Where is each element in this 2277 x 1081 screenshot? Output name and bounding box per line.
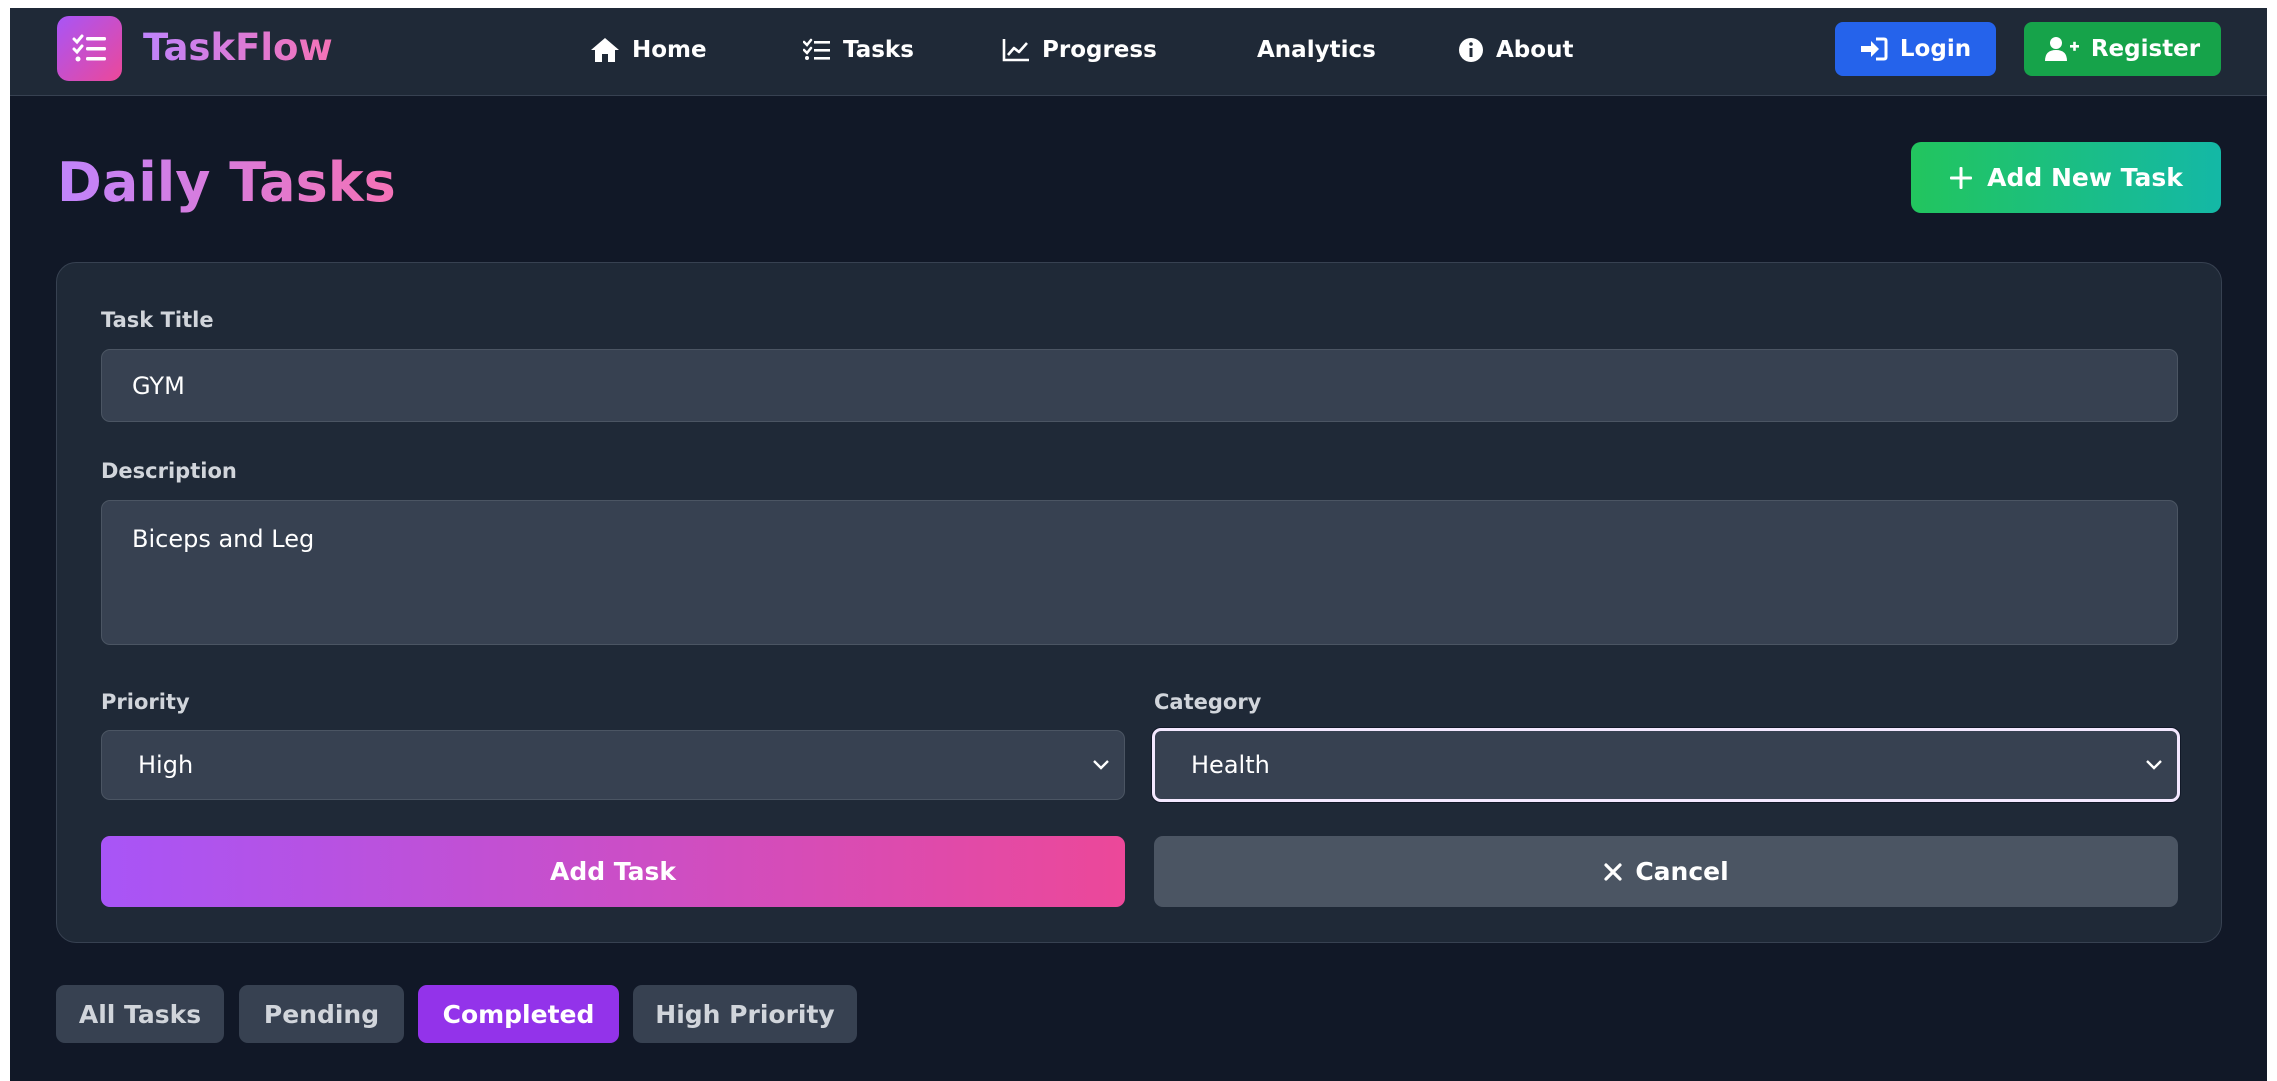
description-textarea[interactable]: Biceps and Leg: [101, 500, 2178, 645]
navbar: TaskFlow Home Tasks Progress Analytics A…: [10, 8, 2267, 96]
register-label: Register: [2090, 36, 2201, 62]
description-label: Description: [101, 459, 237, 483]
register-button[interactable]: Register: [2024, 22, 2221, 76]
priority-label: Priority: [101, 690, 190, 714]
category-label: Category: [1154, 690, 1262, 714]
nav-link-label: Progress: [1042, 37, 1157, 63]
task-title-input[interactable]: GYM: [101, 349, 2178, 422]
app-frame: TaskFlow Home Tasks Progress Analytics A…: [10, 8, 2267, 1081]
add-task-label: Add Task: [549, 857, 677, 886]
nav-link-about[interactable]: About: [1458, 30, 1573, 70]
chart-line-icon: [1002, 39, 1029, 62]
filter-completed[interactable]: Completed: [418, 985, 619, 1043]
task-title-label: Task Title: [101, 308, 214, 332]
priority-select[interactable]: High: [101, 730, 1125, 800]
nav-link-label: About: [1496, 37, 1574, 63]
logo[interactable]: [57, 16, 122, 81]
chevron-down-icon: [2146, 760, 2162, 770]
add-new-task-label: Add New Task: [1987, 163, 2183, 192]
cancel-label: Cancel: [1635, 857, 1729, 886]
login-label: Login: [1899, 36, 1972, 62]
category-select[interactable]: Health: [1152, 728, 2180, 802]
filter-pending[interactable]: Pending: [239, 985, 404, 1043]
sign-in-icon: [1860, 37, 1888, 61]
login-button[interactable]: Login: [1835, 22, 1996, 76]
priority-value: High: [138, 751, 194, 779]
task-list-icon: [803, 38, 830, 60]
user-plus-icon: [2044, 37, 2079, 61]
nav-link-label: Tasks: [843, 37, 914, 63]
cancel-button[interactable]: Cancel: [1154, 836, 2178, 907]
filter-high-priority[interactable]: High Priority: [633, 985, 857, 1043]
home-icon: [591, 38, 619, 62]
task-list-icon: [72, 34, 106, 61]
page-title: Daily Tasks: [57, 148, 396, 218]
info-circle-icon: [1459, 38, 1483, 62]
nav-link-label: Home: [632, 37, 707, 63]
nav-link-tasks[interactable]: Tasks: [803, 30, 914, 70]
close-icon: [1604, 862, 1622, 881]
nav-link-analytics[interactable]: Analytics: [1257, 30, 1376, 70]
nav-link-label: Analytics: [1257, 37, 1376, 63]
filter-all-tasks[interactable]: All Tasks: [56, 985, 224, 1043]
chevron-down-icon: [1093, 760, 1109, 770]
category-value: Health: [1191, 751, 1270, 779]
add-task-button[interactable]: Add Task: [101, 836, 1125, 907]
plus-icon: [1950, 166, 1973, 189]
nav-link-home[interactable]: Home: [590, 30, 707, 70]
task-form-card: Task Title GYM Description Biceps and Le…: [56, 262, 2222, 943]
nav-link-progress[interactable]: Progress: [1002, 30, 1157, 70]
add-new-task-button[interactable]: Add New Task: [1911, 142, 2221, 213]
brand-name[interactable]: TaskFlow: [143, 24, 333, 72]
